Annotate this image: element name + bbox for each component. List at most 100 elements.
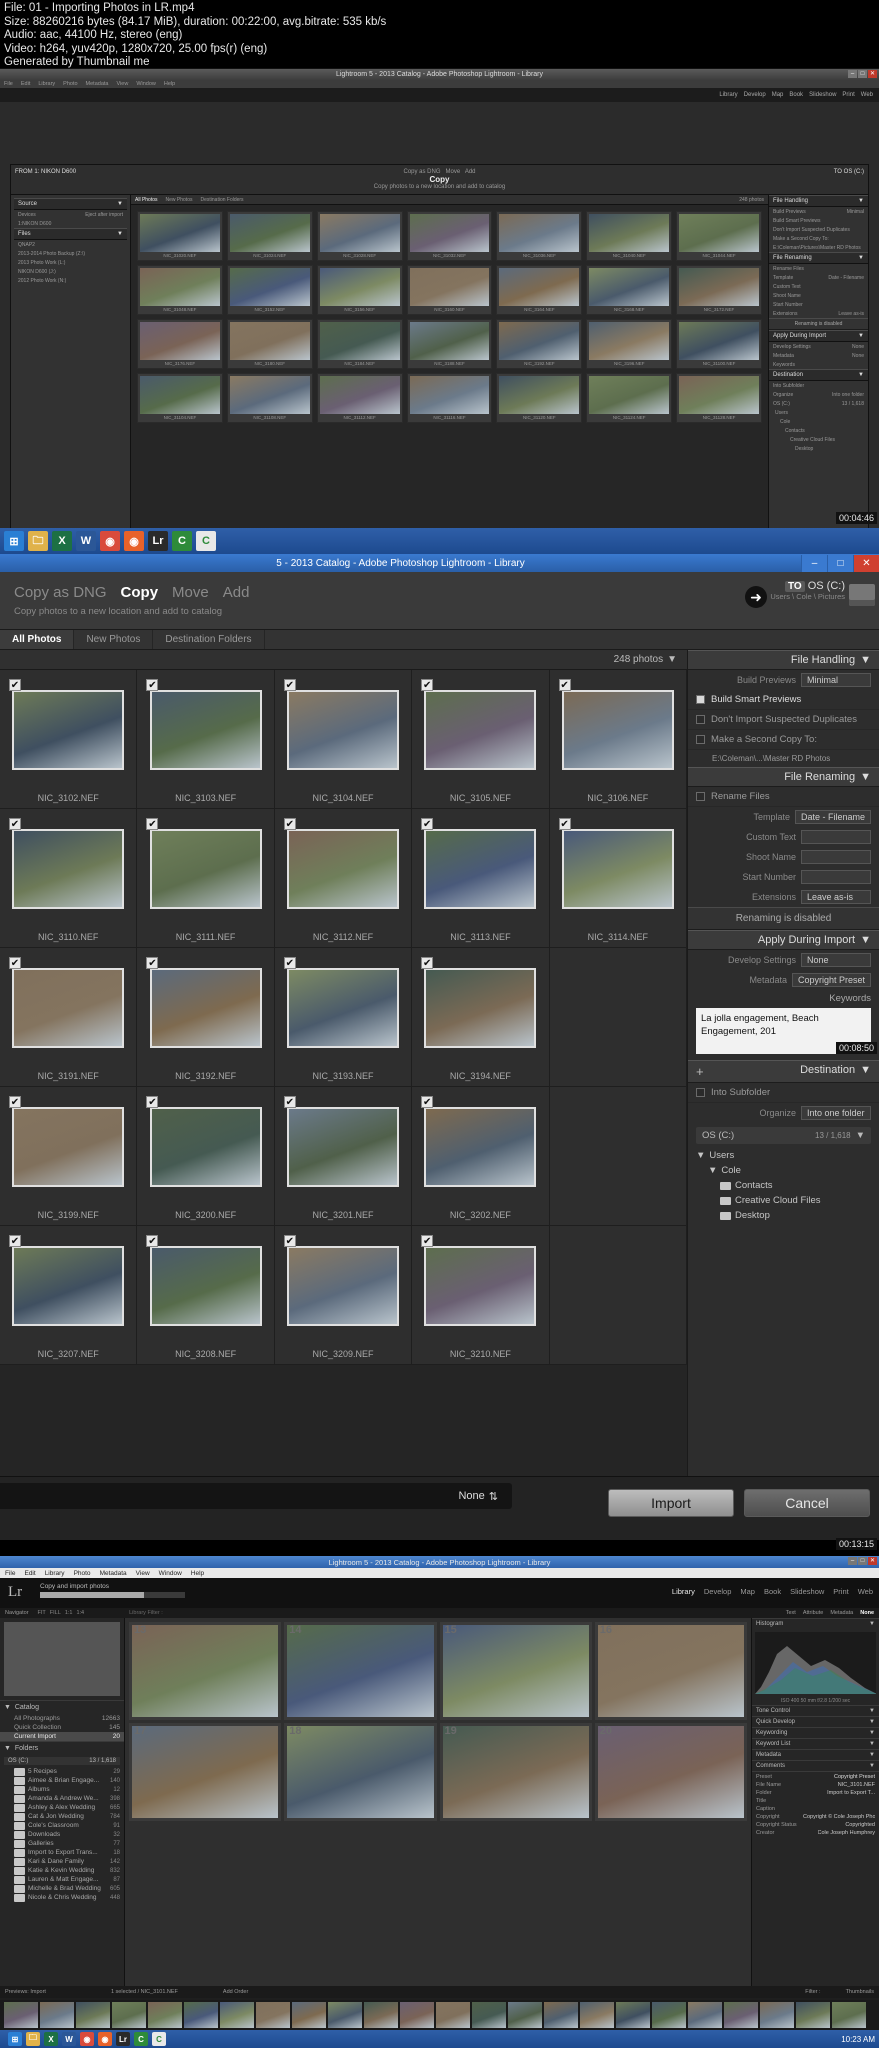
chevron-down-icon[interactable]: ▼ (869, 1730, 875, 1736)
folder-row[interactable]: Michelle & Brad Wedding 605 (0, 1884, 124, 1893)
mini-file-handling-header[interactable]: File Handling ▼ (769, 195, 868, 207)
mini-tab-0[interactable]: All Photos (135, 197, 158, 203)
organize-row[interactable]: Organize Into one folder (688, 1103, 879, 1123)
mini-thumbnail-cell[interactable]: NIC_3188.NEF (406, 319, 493, 369)
photo-checkbox[interactable]: ✔ (146, 957, 159, 969)
library-photo-cell[interactable]: 14 (284, 1622, 437, 1720)
photo-cell[interactable]: ✔ NIC_3210.NEF (412, 1226, 550, 1365)
lightroom-icon[interactable]: Lr (116, 2032, 130, 2046)
template-value[interactable]: Date - Filename (794, 810, 871, 824)
photo-cell[interactable]: ✔ NIC_3209.NEF (274, 1226, 413, 1365)
start-number-row[interactable]: Start Number (688, 867, 879, 887)
folder-row[interactable]: 5 Recipes 29 (0, 1767, 124, 1776)
chevron-down-icon[interactable]: ▼ (860, 934, 871, 946)
taskbar-top[interactable]: ⊞ 🗀 X W ◉ ◉ Lr C C (0, 528, 879, 554)
destination-tree-item[interactable]: ▼ Cole (696, 1163, 871, 1178)
folder-row[interactable]: Galleries 77 (0, 1839, 124, 1848)
window-control-buttons[interactable]: – □ ✕ (801, 554, 879, 572)
metadata-row-value[interactable]: NIC_3101.NEF (838, 1782, 875, 1788)
folder-row[interactable]: Downloads 32 (0, 1830, 124, 1839)
mini-thumbnail-cell[interactable]: NIC_3196.NEF (586, 319, 673, 369)
start-icon[interactable]: ⊞ (4, 531, 24, 551)
filmstrip-thumbnail[interactable] (796, 2002, 830, 2028)
apply-during-import-section-header[interactable]: ▼ Apply During Import (688, 930, 879, 950)
mini-source[interactable]: FROM 1: NIKON D600 (15, 169, 76, 175)
mini-tabs[interactable]: All Photos New Photos Destination Folders (135, 197, 252, 203)
taskbar-clock[interactable]: 10:23 AM (841, 2035, 879, 2044)
filmstrip-thumbnail[interactable] (328, 2002, 362, 2028)
extensions-value[interactable]: Leave as-is (801, 890, 871, 904)
mini-thumbnail-cell[interactable]: NIC_3176.NEF (137, 319, 223, 369)
metadata-rows[interactable]: File Name NIC_3101.NEF Folder Import to Exp… (752, 1781, 879, 1837)
navigator-zoom-fill[interactable]: FILL (50, 1610, 61, 1616)
filmstrip-thumbnail[interactable] (220, 2002, 254, 2028)
mini-drive[interactable]: OS (C:) 13 / 1,618 (769, 399, 868, 408)
into-subfolder-row[interactable]: Into Subfolder (688, 1083, 879, 1103)
extensions-row[interactable]: Extensions Leave as-is (688, 887, 879, 907)
module-map[interactable]: Map (772, 92, 784, 98)
photo-checkbox[interactable]: ✔ (9, 818, 21, 830)
photo-checkbox[interactable]: ✔ (9, 1235, 21, 1247)
chevron-down-icon[interactable]: ▼ (869, 1752, 875, 1758)
file-handling-section-header[interactable]: ▼ File Handling (688, 650, 879, 670)
folder-row[interactable]: Aimee & Brian Engage... 140 (0, 1776, 124, 1785)
filmstrip-thumbnail[interactable] (76, 2002, 110, 2028)
metadata-value[interactable]: Copyright Preset (791, 973, 871, 987)
mini-thumbnail-cell[interactable]: NIC_31100.NEF (676, 319, 762, 369)
menu-item-help[interactable]: Help (164, 81, 175, 87)
chevron-down-icon[interactable]: ▼ (667, 654, 677, 665)
metadata-preset-row[interactable]: Preset Copyright Preset (752, 1771, 879, 1781)
library-menu-metadata[interactable]: Metadata (100, 1570, 127, 1577)
lightroom-window-title-bar[interactable]: 5 - 2013 Catalog - Adobe Photoshop Light… (0, 554, 879, 572)
chevron-down-icon[interactable]: ▼ (860, 771, 871, 783)
mini-tab-2[interactable]: Destination Folders (200, 197, 243, 203)
photo-cell[interactable]: ✔ NIC_3192.NEF (137, 948, 275, 1087)
metadata-preset-value[interactable]: Copyright Preset (834, 1774, 875, 1780)
checkbox-icon[interactable] (696, 1088, 705, 1097)
mini-thumbnail-cell[interactable]: NIC_31104.NEF (137, 373, 223, 423)
metadata-row-value[interactable]: Copyrighted (845, 1822, 875, 1828)
photo-cell[interactable]: ✔ NIC_3191.NEF (0, 948, 138, 1087)
camtasia-icon[interactable]: C (172, 531, 192, 551)
mini-into-subfolder[interactable]: Into Subfolder (769, 381, 868, 390)
library-module-book[interactable]: Book (764, 1587, 781, 1596)
library-photo-cell[interactable]: 15 (439, 1622, 592, 1720)
library-module-print[interactable]: Print (833, 1587, 848, 1596)
photo-checkbox[interactable]: ✔ (146, 679, 159, 691)
catalog-list[interactable]: All Photographs 12663 Quick Collection 145 C… (0, 1714, 124, 1741)
mini-apply-header[interactable]: Apply During Import ▼ (769, 330, 868, 342)
menu-item-window[interactable]: Window (136, 81, 156, 87)
minimize-button[interactable]: – (801, 554, 827, 572)
organize-value[interactable]: Into one folder (801, 1106, 871, 1120)
menu-item-photo[interactable]: Photo (63, 81, 77, 87)
metadata-row[interactable]: Creator Cole Joseph Humphrey (752, 1829, 879, 1837)
import-photo-tabs[interactable]: All Photos New Photos Destination Folders (0, 630, 879, 650)
chevron-down-icon[interactable]: ▼ (869, 1621, 875, 1627)
library-filter-text[interactable]: Text (786, 1610, 796, 1616)
metadata-row[interactable]: Copyright Status Copyrighted (752, 1821, 879, 1829)
library-menu-edit[interactable]: Edit (24, 1570, 35, 1577)
minimize-button[interactable]: – (848, 70, 857, 78)
mini-tabs-row[interactable]: All Photos New Photos Destination Folders … (131, 195, 768, 205)
library-module-map[interactable]: Map (740, 1587, 755, 1596)
folders-drive-row[interactable]: OS (C:) 13 / 1,618 (4, 1757, 120, 1765)
histogram-section-header[interactable]: Histogram ▼ (752, 1618, 879, 1629)
build-smart-previews-row[interactable]: Build Smart Previews (688, 690, 879, 710)
photo-cell[interactable]: ✔ NIC_3202.NEF (412, 1087, 550, 1226)
destination-tree-item[interactable]: Desktop (696, 1208, 871, 1223)
taskbar-icon-row[interactable]: ⊞ 🗀 X W ◉ ◉ Lr C C (0, 528, 879, 554)
photo-cell[interactable]: ✔ NIC_3112.NEF (274, 809, 413, 948)
import-button[interactable]: Import (608, 1489, 734, 1517)
import-preset-chip[interactable]: None ⇅ (0, 1483, 512, 1509)
folder-row[interactable]: Albums 12 (0, 1785, 124, 1794)
metadata-row[interactable]: Caption (752, 1805, 879, 1813)
excel-icon[interactable]: X (52, 531, 72, 551)
destination-section-header[interactable]: ▼ Destination + (688, 1060, 879, 1083)
filmstrip-thumbnail[interactable] (112, 2002, 146, 2028)
photo-grid[interactable]: ✔ NIC_3102.NEF ✔ NIC_3103.NEF ✔ NIC_3104.NEF ✔… (0, 670, 687, 1365)
chevron-down-icon[interactable]: ▼ (869, 1719, 875, 1725)
mini-second-copy[interactable]: Make a Second Copy To: (769, 234, 868, 243)
navigator-preview[interactable] (4, 1622, 120, 1696)
photo-cell[interactable]: ✔ NIC_3103.NEF (137, 670, 275, 809)
filmstrip[interactable] (0, 2000, 879, 2030)
